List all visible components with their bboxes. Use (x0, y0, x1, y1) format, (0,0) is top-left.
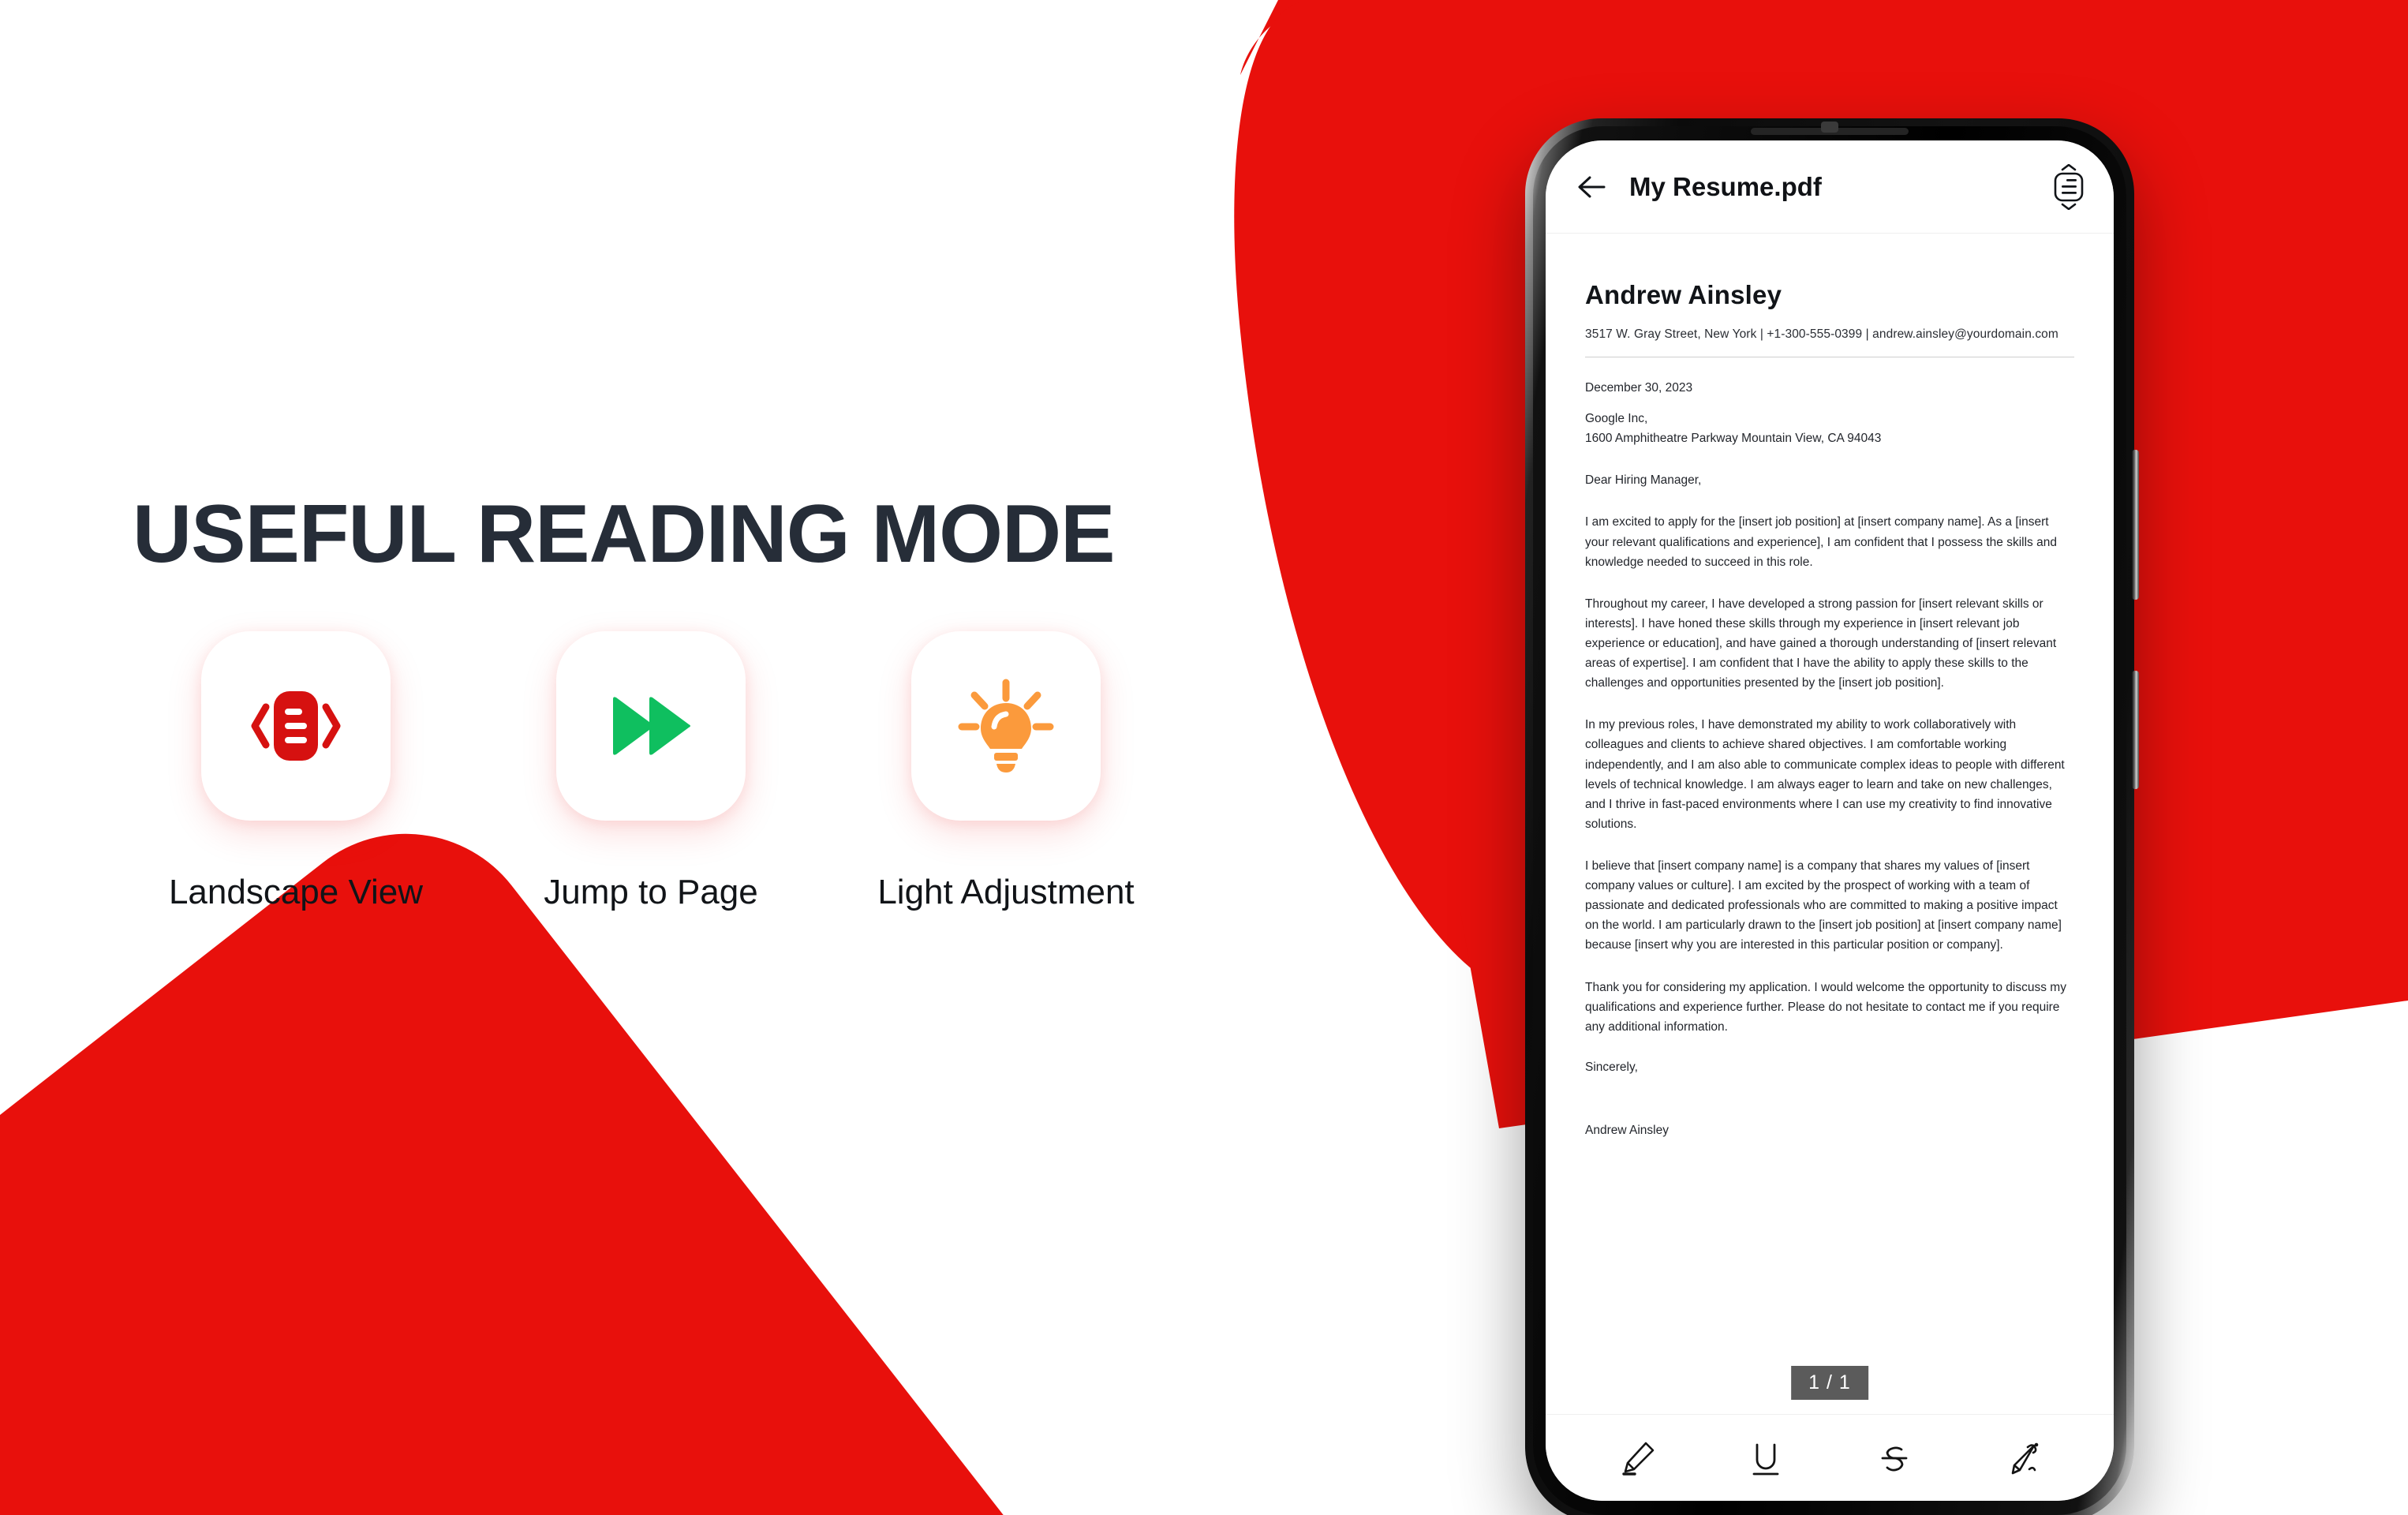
document-title: My Resume.pdf (1629, 171, 1822, 201)
underline-button[interactable] (1742, 1435, 1789, 1482)
letter-signature: Andrew Ainsley (1585, 1123, 1669, 1137)
squiggly-underline-button[interactable] (1999, 1435, 2047, 1482)
volume-button[interactable] (2132, 450, 2139, 600)
document-viewport[interactable]: Andrew Ainsley 3517 W. Gray Street, New … (1546, 234, 2114, 1414)
back-arrow-icon[interactable] (1574, 170, 1609, 204)
letter-paragraph: Thank you for considering my application… (1585, 980, 2066, 1034)
feature-item-landscape-view[interactable]: Landscape View (118, 631, 473, 912)
feature-item-light-adjustment[interactable]: Light Adjustment (828, 631, 1183, 912)
feature-card[interactable] (911, 631, 1101, 821)
resume-name: Andrew Ainsley (1585, 280, 1782, 309)
jump-to-page-icon[interactable] (2052, 163, 2085, 210)
highlighter-button[interactable] (1613, 1435, 1661, 1482)
letter-paragraph: Throughout my career, I have developed a… (1585, 597, 2057, 690)
power-button[interactable] (2132, 671, 2139, 789)
page-title: USEFUL READING MODE (133, 488, 1115, 580)
feature-label: Jump to Page (544, 873, 758, 911)
landscape-view-icon (251, 691, 341, 761)
letter-paragraph: I believe that [insert company name] is … (1585, 858, 2062, 952)
feature-list: Landscape View Jump to Page Light Adjust… (118, 631, 1270, 912)
front-camera (1821, 122, 1838, 133)
page-indicator: 1 / 1 (1791, 1366, 1868, 1400)
strikethrough-icon (1881, 1446, 1907, 1471)
letter-meta: December 30, 2023 Google Inc, 1600 Amphi… (1585, 378, 2074, 448)
letter-date: December 30, 2023 (1585, 381, 1693, 395)
letter-closing: Sincerely, (1585, 1060, 1638, 1074)
feature-card[interactable] (556, 631, 746, 821)
phone-screen: My Resume.pdf Andrew Ainsley 3517 W. Gra… (1546, 140, 2114, 1501)
app-header: My Resume.pdf (1546, 140, 2114, 234)
letter-paragraph: I am excited to apply for the [insert jo… (1585, 515, 2057, 569)
letter-paragraph: In my previous roles, I have demonstrate… (1585, 718, 2065, 831)
strikethrough-button[interactable] (1871, 1435, 1918, 1482)
feature-label: Landscape View (168, 873, 424, 911)
squiggly-underline-icon (2011, 1442, 2038, 1474)
feature-label: Light Adjustment (877, 873, 1135, 911)
promo-panel: USEFUL READING MODE Landscape View Jump … (0, 0, 1231, 1515)
jump-to-page-icon (613, 697, 690, 755)
recipient-company: Google Inc, (1585, 412, 1648, 426)
light-adjustment-icon (958, 679, 1054, 772)
recipient-address: 1600 Amphitheatre Parkway Mountain View,… (1585, 432, 1882, 446)
phone-frame: My Resume.pdf Andrew Ainsley 3517 W. Gra… (1525, 118, 2139, 1515)
feature-card[interactable] (201, 631, 391, 821)
annotation-toolbar (1546, 1414, 2114, 1501)
feature-item-jump-to-page[interactable]: Jump to Page (473, 631, 828, 912)
resume-contact-line: 3517 W. Gray Street, New York | +1-300-5… (1585, 327, 2058, 341)
salutation: Dear Hiring Manager, (1585, 473, 1702, 488)
highlighter-icon (1621, 1442, 1654, 1476)
phone-mockup: My Resume.pdf Andrew Ainsley 3517 W. Gra… (1525, 118, 2139, 1515)
underline-icon (1752, 1443, 1778, 1475)
